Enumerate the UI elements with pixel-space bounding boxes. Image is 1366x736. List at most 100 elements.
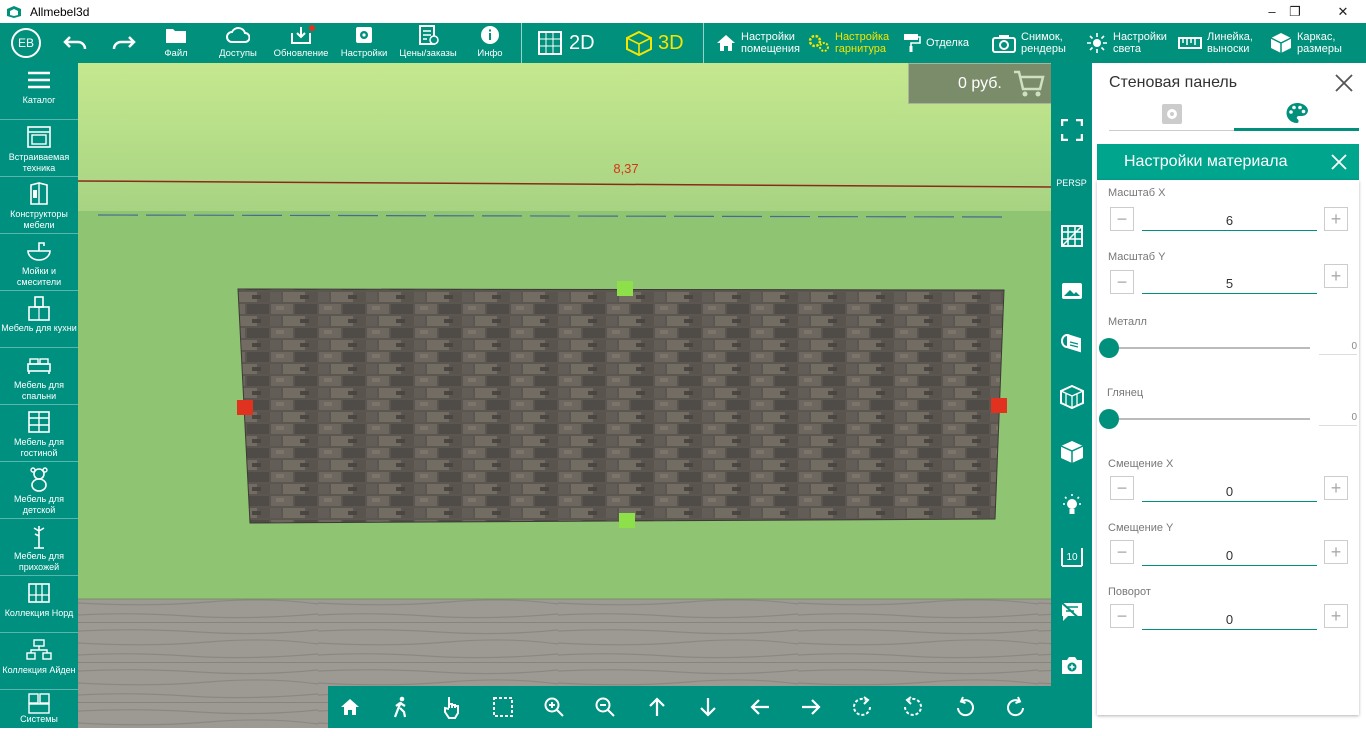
maximize-button[interactable]: ❐ — [1272, 0, 1318, 23]
zoom-in-button[interactable] — [534, 686, 574, 728]
snapshot-button[interactable]: Снимок, рендеры — [992, 23, 1066, 63]
walk-mode-button[interactable] — [381, 686, 421, 728]
zoom-out-button[interactable] — [585, 686, 625, 728]
set-settings-button[interactable]: Настройка гарнитура — [808, 23, 889, 63]
sidebar-item-kitchen[interactable]: Мебель для кухни — [0, 291, 78, 348]
orbit-right-button[interactable] — [842, 686, 882, 728]
close-material-icon[interactable] — [1331, 154, 1347, 170]
screenshot-button[interactable] — [1051, 651, 1092, 679]
rotate-right-button[interactable] — [996, 686, 1036, 728]
dimensions-button[interactable]: 10 — [1051, 543, 1092, 571]
paint-roller-icon — [904, 34, 921, 52]
fullscreen-icon — [1060, 119, 1083, 141]
scale-y-label: Масштаб Y — [1108, 251, 1166, 263]
zoom-out-icon — [595, 697, 615, 717]
orbit-left-button[interactable] — [893, 686, 933, 728]
materials-button[interactable] — [1051, 331, 1092, 357]
offset-y-plus-button[interactable]: + — [1324, 540, 1348, 564]
modules-icon — [26, 639, 52, 660]
resize-handle-right[interactable] — [991, 398, 1007, 413]
scale-x-plus-button[interactable]: + — [1324, 207, 1348, 231]
rotation-plus-button[interactable]: + — [1324, 604, 1348, 628]
scale-y-minus-button[interactable]: − — [1110, 270, 1134, 294]
sidebar-item-built-in-appliances[interactable]: Встраиваемая техника — [0, 120, 78, 177]
close-window-button[interactable]: ✕ — [1320, 0, 1366, 23]
persp-button[interactable]: PERSP — [1051, 173, 1092, 193]
sidebar-item-living-room[interactable]: Мебель для гостиной — [0, 405, 78, 462]
price-box[interactable]: 0 руб. — [908, 63, 1051, 104]
sidebar-label: Мебель для спальни — [13, 380, 65, 401]
metal-label: Металл — [1108, 316, 1147, 328]
sidebar-item-sinks[interactable]: Мойки и смесители — [0, 234, 78, 291]
scale-x-minus-button[interactable]: − — [1110, 207, 1134, 231]
resize-handle-bottom[interactable] — [619, 513, 635, 528]
sidebar-label: Мойки и смесители — [16, 266, 62, 287]
tab-settings[interactable] — [1109, 97, 1234, 131]
info-button[interactable]: Инфо — [476, 23, 504, 63]
offset-x-plus-button[interactable]: + — [1324, 476, 1348, 500]
sidebar-item-aiden-collection[interactable]: Коллекция Айден — [0, 633, 78, 690]
mode-3d-label: 3D — [658, 31, 684, 54]
user-avatar[interactable]: EB — [11, 28, 41, 58]
rotation-input[interactable]: 0 — [1142, 606, 1317, 630]
update-button[interactable]: Обновление — [274, 23, 328, 63]
scale-x-input[interactable]: 6 — [1142, 207, 1317, 231]
hide-comments-button[interactable] — [1051, 598, 1092, 626]
scale-y-input[interactable]: 5 — [1142, 270, 1317, 294]
wall-panel[interactable] — [237, 288, 1005, 524]
scale-y-plus-button[interactable]: + — [1324, 264, 1348, 288]
rotate-left-button[interactable] — [945, 686, 985, 728]
fullscreen-button[interactable] — [1051, 118, 1092, 142]
settings-button[interactable]: Настройки — [340, 23, 388, 63]
select-area-button[interactable] — [483, 686, 523, 728]
sidebar-item-nord-collection[interactable]: Коллекция Норд — [0, 576, 78, 633]
prices-button[interactable]: Цены/заказы — [397, 23, 459, 63]
move-left-button[interactable] — [740, 686, 780, 728]
move-down-button[interactable] — [688, 686, 728, 728]
sidebar-item-furniture-constructors[interactable]: Конструкторы мебели — [0, 177, 78, 234]
access-button[interactable]: Доступы — [216, 23, 260, 63]
file-button[interactable]: Файл — [158, 23, 194, 63]
mode-3d-button[interactable]: 3D — [625, 23, 684, 63]
sidebar-item-bedroom[interactable]: Мебель для спальни — [0, 348, 78, 405]
metal-slider-track[interactable] — [1111, 347, 1310, 349]
redo-button[interactable] — [111, 31, 139, 55]
offset-y-minus-button[interactable]: − — [1110, 540, 1134, 564]
image-button[interactable] — [1051, 278, 1092, 304]
rotate-cw-icon — [1007, 696, 1024, 717]
metal-value[interactable]: 0 — [1319, 341, 1357, 355]
resize-handle-left[interactable] — [237, 400, 253, 415]
offset-x-minus-button[interactable]: − — [1110, 476, 1134, 500]
lighting-button[interactable] — [1051, 491, 1092, 519]
sidebar-item-storage-systems[interactable]: Системы хранения — [0, 690, 78, 735]
resize-handle-top[interactable] — [617, 281, 633, 296]
sidebar-item-catalog[interactable]: Каталог — [0, 63, 78, 120]
ruler-button[interactable]: Линейка, выноски — [1178, 23, 1253, 63]
solid-box-button[interactable] — [1051, 438, 1092, 466]
finishing-button[interactable]: Отделка — [903, 23, 969, 63]
rotation-minus-button[interactable]: − — [1110, 604, 1134, 628]
pan-hand-button[interactable] — [432, 686, 472, 728]
metal-slider-knob[interactable] — [1099, 338, 1119, 358]
offset-x-input[interactable]: 0 — [1142, 478, 1317, 502]
sidebar-item-hallway[interactable]: Мебель для прихожей — [0, 519, 78, 576]
frame-button[interactable]: Каркас, размеры — [1270, 23, 1342, 63]
room-settings-button[interactable]: Настройки помещения — [716, 23, 800, 63]
move-right-button[interactable] — [791, 686, 831, 728]
home-view-button[interactable] — [330, 686, 370, 728]
wall-grid-button[interactable] — [1051, 223, 1092, 249]
gloss-value[interactable]: 0 — [1319, 412, 1357, 426]
folder-icon — [166, 29, 186, 43]
move-up-button[interactable] — [637, 686, 677, 728]
sidebar-item-kids-room[interactable]: Мебель для детской — [0, 462, 78, 519]
offset-y-input[interactable]: 0 — [1142, 542, 1317, 566]
gloss-slider-track[interactable] — [1111, 418, 1310, 420]
tab-material[interactable] — [1234, 97, 1359, 131]
undo-button[interactable] — [62, 31, 90, 55]
object-box-button[interactable] — [1051, 383, 1092, 411]
3d-viewport[interactable]: 8,37 0 руб. — [78, 63, 1051, 728]
light-settings-button[interactable]: Настройки света — [1086, 23, 1167, 63]
mode-2d-button[interactable]: 2D — [537, 23, 595, 63]
close-icon[interactable] — [1335, 74, 1353, 92]
gloss-slider-knob[interactable] — [1099, 409, 1119, 429]
